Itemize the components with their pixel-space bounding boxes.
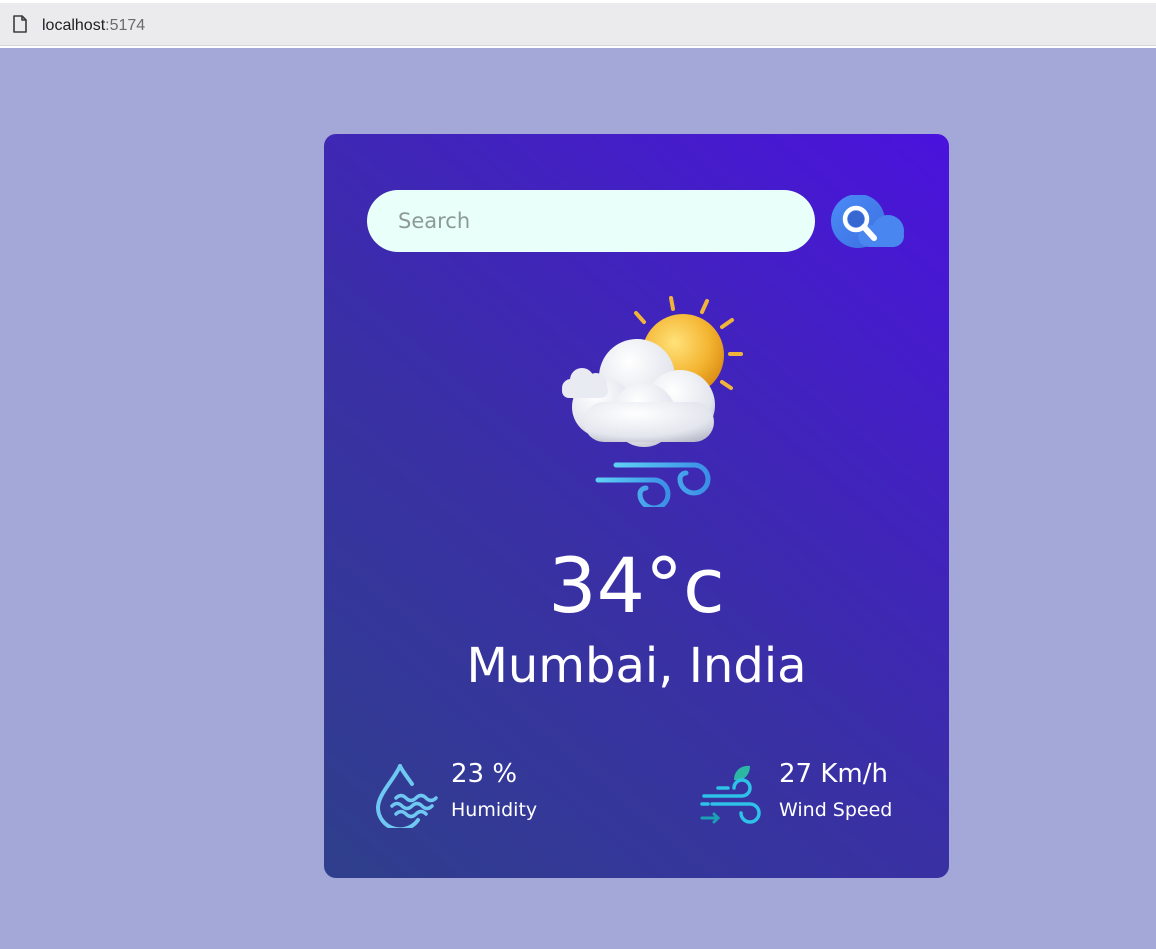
wind-speed-value: 27 Km/h (779, 759, 888, 789)
url-port: :5174 (105, 17, 146, 34)
wind-icon (700, 765, 761, 824)
temperature: 34°c (548, 541, 725, 630)
search-input[interactable] (367, 190, 815, 252)
humidity-label: Humidity (451, 799, 538, 821)
url-host: localhost (42, 17, 106, 34)
url-text[interactable]: localhost:5174 (42, 16, 145, 36)
city-name: Mumbai, India (466, 638, 807, 694)
page-icon (13, 15, 27, 33)
browser-toolbar: localhost:5174 (0, 0, 1156, 48)
humidity-drop-icon (375, 764, 438, 828)
humidity-value: 23 % (451, 759, 518, 789)
search-icon[interactable] (830, 195, 906, 251)
address-bar[interactable]: localhost:5174 (0, 3, 1156, 46)
partly-cloudy-windy-icon (544, 296, 743, 507)
wind-speed-label: Wind Speed (779, 799, 893, 821)
weather-card: 34°c Mumbai, India 23 % Humidity 27 Km/h… (324, 134, 949, 878)
